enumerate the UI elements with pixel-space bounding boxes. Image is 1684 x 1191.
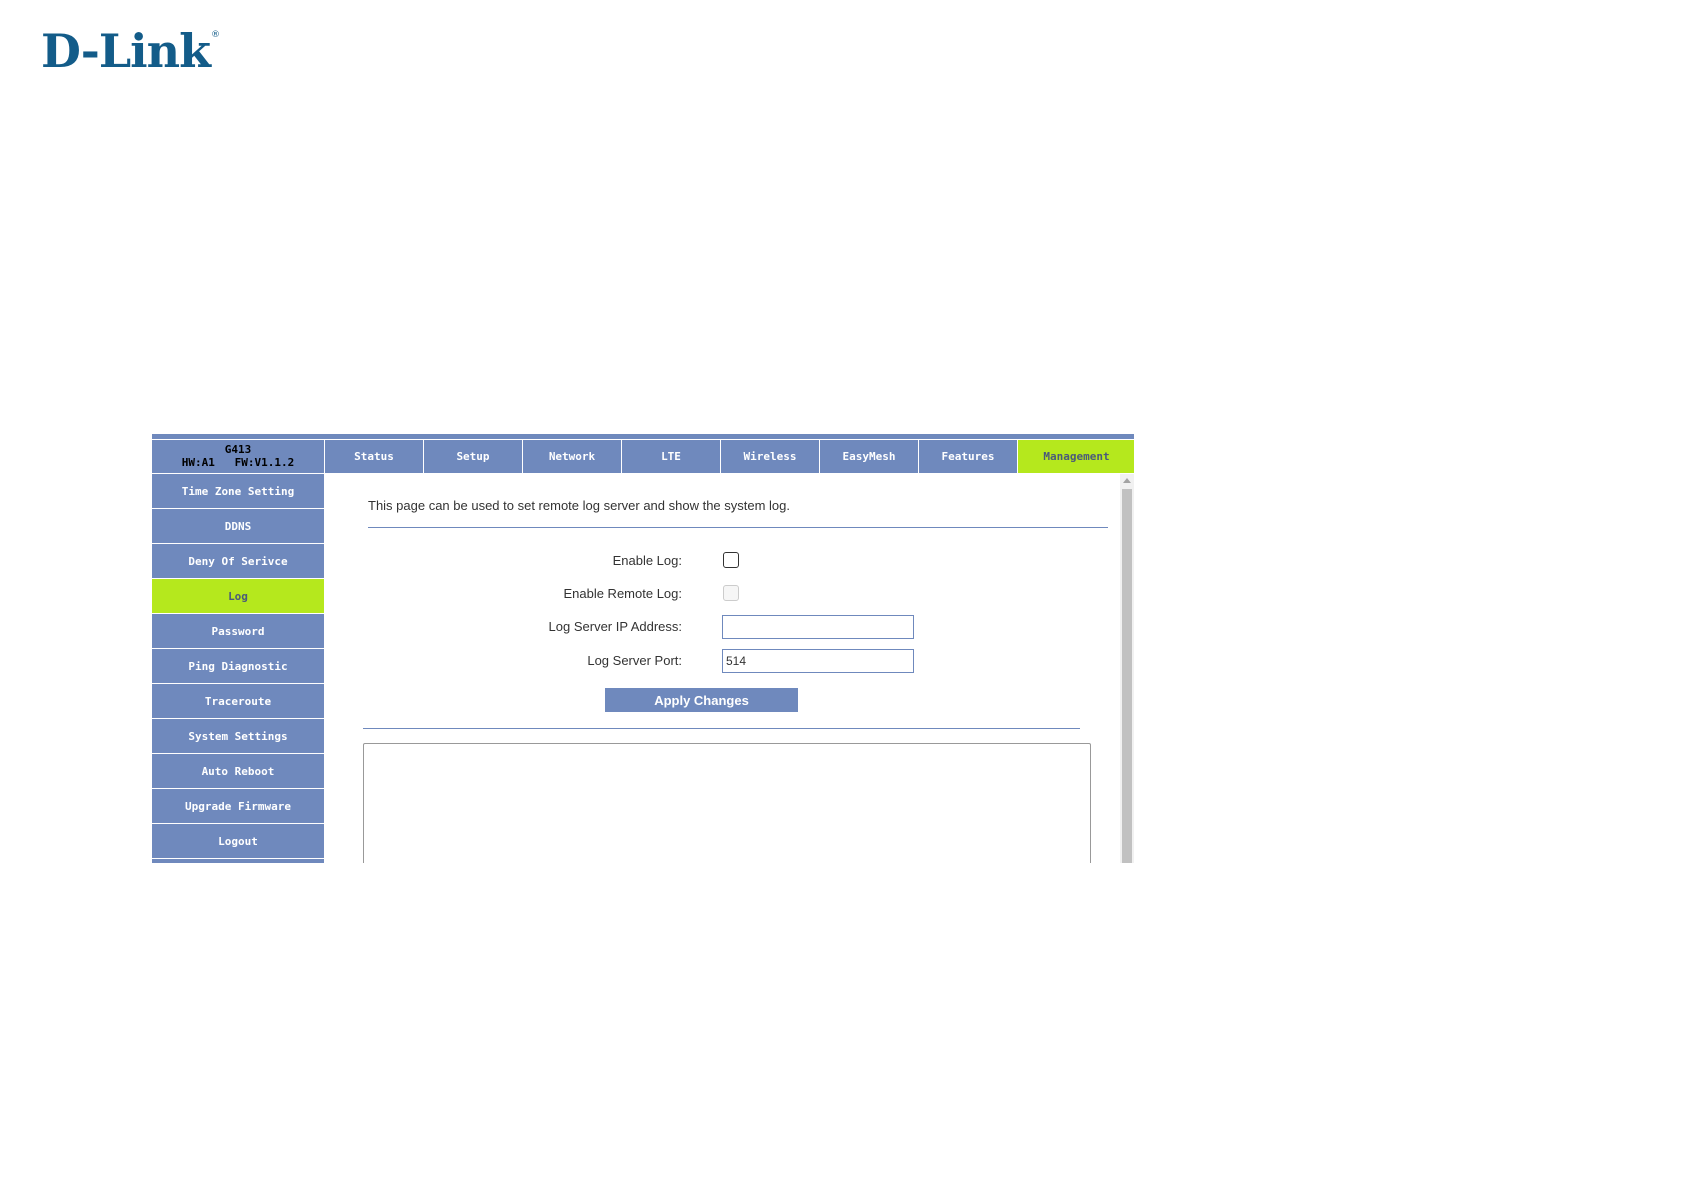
sidebar-item-deny-of-service[interactable]: Deny Of Serivce [152,544,324,578]
tab-lte[interactable]: LTE [622,440,720,473]
enable-log-checkbox[interactable] [723,552,739,568]
sidebar-item-ping-diagnostic[interactable]: Ping Diagnostic [152,649,324,683]
sidebar-item-traceroute[interactable]: Traceroute [152,684,324,718]
tab-network[interactable]: Network [523,440,621,473]
main-nav-tabs: Status Setup Network LTE Wireless EasyMe… [325,440,1134,473]
device-model: G413 [224,443,252,456]
sidebar-item-system-settings[interactable]: System Settings [152,719,324,753]
log-server-ip-label: Log Server IP Address: [548,619,682,634]
tab-management[interactable]: Management [1018,440,1134,473]
tab-features[interactable]: Features [919,440,1017,473]
enable-remote-log-label: Enable Remote Log: [563,586,682,601]
page-description: This page can be used to set remote log … [368,498,791,513]
divider [368,527,1108,528]
divider [363,728,1080,729]
enable-log-row: Enable Log: [325,549,1111,573]
sidebar-item-logout[interactable]: Logout [152,824,324,858]
registered-mark: ® [210,30,220,40]
logo-text: D-Link [41,24,211,78]
sidebar-menu: Time Zone Setting DDNS Deny Of Serivce L… [152,474,324,863]
log-server-ip-row: Log Server IP Address: [325,615,1111,639]
log-settings-panel: This page can be used to set remote log … [325,474,1111,863]
sidebar-item-upgrade-firmware[interactable]: Upgrade Firmware [152,789,324,823]
device-info: G413 HW:A1 FW:V1.1.2 [152,440,324,473]
log-server-port-row: Log Server Port: 514 [325,649,1111,673]
router-admin-frame: G413 HW:A1 FW:V1.1.2 Status Setup Networ… [152,434,1134,863]
scroll-up-arrow-icon[interactable] [1123,478,1131,483]
sidebar-item-ddns[interactable]: DDNS [152,509,324,543]
tab-wireless[interactable]: Wireless [721,440,819,473]
system-log-textarea[interactable] [363,743,1091,863]
scrollbar-thumb[interactable] [1122,489,1132,863]
log-server-port-input[interactable]: 514 [722,649,914,673]
content-scrollbar[interactable] [1120,474,1134,863]
sidebar-item-auto-reboot[interactable]: Auto Reboot [152,754,324,788]
enable-log-label: Enable Log: [612,553,682,568]
tab-setup[interactable]: Setup [424,440,522,473]
tab-easymesh[interactable]: EasyMesh [820,440,918,473]
sidebar-item-password[interactable]: Password [152,614,324,648]
top-accent-bar [152,434,1134,439]
log-server-ip-input[interactable] [722,615,914,639]
log-server-port-label: Log Server Port: [587,653,682,668]
sidebar-item-time-zone-setting[interactable]: Time Zone Setting [152,474,324,508]
enable-remote-log-row: Enable Remote Log: [325,582,1111,606]
apply-changes-button[interactable]: Apply Changes [605,688,798,712]
sidebar-item-log[interactable]: Log [152,579,324,613]
sidebar-overflow-item [152,859,324,863]
enable-remote-log-checkbox[interactable] [723,585,739,601]
device-versions: HW:A1 FW:V1.1.2 [181,456,295,469]
dlink-logo: D-Link® [41,28,220,74]
tab-status[interactable]: Status [325,440,423,473]
